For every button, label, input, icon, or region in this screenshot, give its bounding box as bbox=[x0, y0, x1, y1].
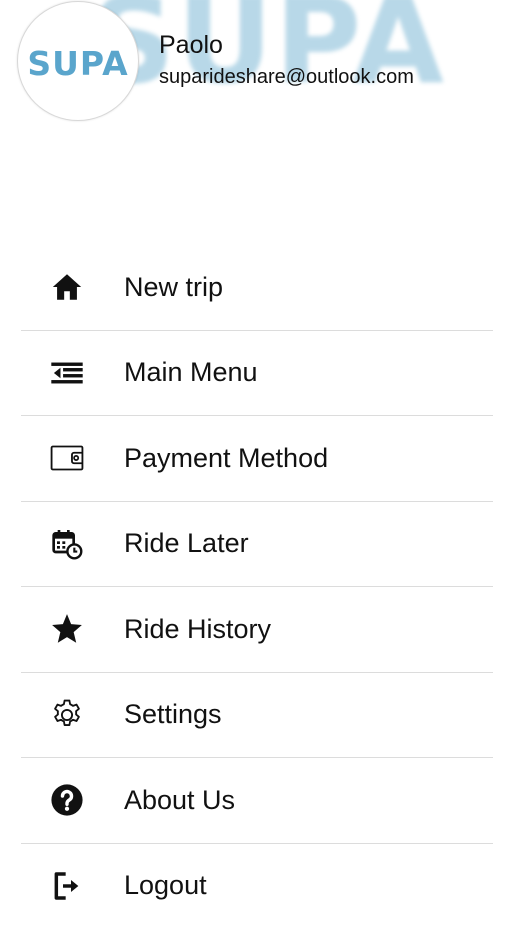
help-circle-icon bbox=[50, 783, 84, 817]
menu-item-label: About Us bbox=[124, 785, 235, 816]
menu-item-main-menu[interactable]: Main Menu bbox=[21, 331, 493, 417]
wallet-icon bbox=[50, 441, 84, 475]
avatar-logo: SUPA bbox=[27, 44, 128, 83]
menu-item-settings[interactable]: Settings bbox=[21, 673, 493, 759]
home-icon bbox=[50, 270, 84, 304]
menu-item-label: New trip bbox=[124, 272, 223, 303]
star-icon bbox=[50, 612, 84, 646]
menu-item-label: Logout bbox=[124, 870, 207, 901]
avatar[interactable]: SUPA bbox=[17, 1, 139, 121]
menu-item-ride-history[interactable]: Ride History bbox=[21, 587, 493, 673]
user-name: Paolo bbox=[159, 31, 223, 60]
menu-item-label: Main Menu bbox=[124, 357, 258, 388]
calendar-clock-icon bbox=[50, 527, 84, 561]
menu-item-label: Payment Method bbox=[124, 443, 328, 474]
menu-item-label: Ride Later bbox=[124, 528, 249, 559]
menu-item-payment-method[interactable]: Payment Method bbox=[21, 416, 493, 502]
menu-item-ride-later[interactable]: Ride Later bbox=[21, 502, 493, 588]
menu-item-label: Settings bbox=[124, 699, 222, 730]
drawer-header: SUPA SUPA Paolo suparideshare@outlook.co… bbox=[0, 0, 507, 125]
menu-item-logout[interactable]: Logout bbox=[21, 844, 493, 928]
menu-item-label: Ride History bbox=[124, 614, 271, 645]
user-email: suparideshare@outlook.com bbox=[159, 66, 414, 89]
menu-item-about-us[interactable]: About Us bbox=[21, 758, 493, 844]
menu-open-icon bbox=[50, 356, 84, 390]
drawer-menu: New trip Main Menu Payment Method bbox=[21, 245, 493, 928]
menu-item-new-trip[interactable]: New trip bbox=[21, 245, 493, 331]
logout-icon bbox=[50, 869, 84, 903]
gear-icon bbox=[50, 698, 84, 732]
